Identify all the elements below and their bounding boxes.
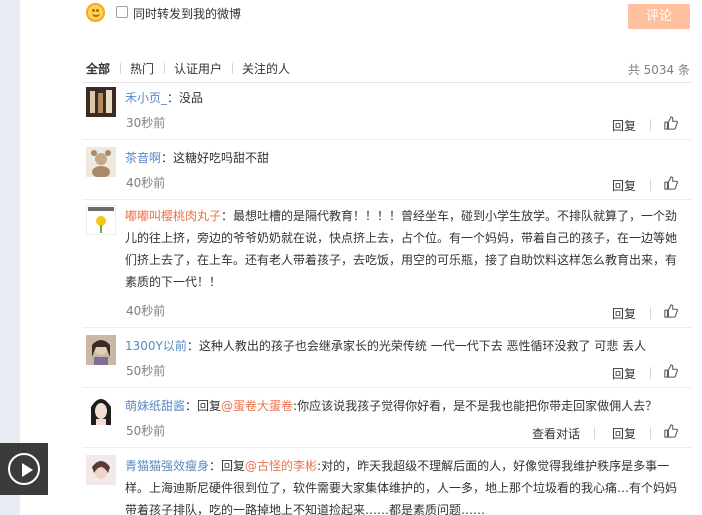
forward-label[interactable]: 同时转发到我的微博 (133, 5, 241, 22)
action-divider (650, 367, 651, 379)
comment-text: 嘟嘟叫樱桃肉丸子：最想吐槽的是隔代教育！！！！曾经坐车，碰到小学生放学。不排队就… (125, 209, 678, 289)
tab-divider (120, 63, 121, 74)
username-link[interactable]: 1300Y以前 (125, 339, 187, 353)
reply-button[interactable]: 回复 (612, 117, 636, 134)
avatar[interactable] (86, 455, 116, 485)
smile-icon[interactable] (86, 3, 105, 22)
avatar[interactable] (86, 205, 116, 235)
avatar[interactable] (86, 395, 116, 425)
reply-button[interactable]: 回复 (612, 305, 636, 322)
tabs-divider (82, 82, 692, 83)
compose-bar: 同时转发到我的微博 评论 (20, 0, 702, 34)
comment-divider (82, 199, 692, 200)
comment-item: 嘟嘟叫樱桃肉丸子：最想吐槽的是隔代教育！！！！曾经坐车，碰到小学生放学。不排队就… (82, 205, 692, 333)
avatar[interactable] (86, 335, 116, 365)
comment-divider (82, 447, 692, 448)
username-link[interactable]: 青猫猫强效瘦身 (125, 459, 209, 473)
tab-hot[interactable]: 热门 (130, 60, 154, 77)
action-divider (650, 119, 651, 131)
timestamp: 40秒前 (126, 176, 166, 190)
mention-link[interactable]: @蛋卷大蛋卷 (221, 399, 293, 413)
thumbs-up-icon[interactable] (664, 116, 678, 130)
timestamp: 50秒前 (126, 364, 166, 378)
avatar[interactable] (86, 147, 116, 177)
comment-count: 共 5034 条 (627, 63, 690, 77)
comment-divider (82, 139, 692, 140)
username-link[interactable]: 嘟嘟叫樱桃肉丸子 (125, 209, 221, 223)
comment-divider (82, 387, 692, 388)
comment-text: 萌妹纸甜酱：回复@蛋卷大蛋卷:你应该说我孩子觉得你好看，是不是我也能把你带走回家… (125, 399, 658, 413)
username-link[interactable]: 茶音啊 (125, 151, 161, 165)
reply-button[interactable]: 回复 (612, 365, 636, 382)
comment-panel: 同时转发到我的微博 评论 全部 热门 认证用户 关注的人 共 5034 条 禾小… (20, 0, 702, 515)
action-divider (650, 179, 651, 191)
thumbs-up-icon[interactable] (664, 304, 678, 318)
thumbs-up-icon[interactable] (664, 176, 678, 190)
username-link[interactable]: 禾小页_ (125, 91, 167, 105)
comment-content: 这糖好吃吗甜不甜 (173, 151, 270, 165)
reply-button[interactable]: 回复 (612, 177, 636, 194)
action-divider (650, 427, 651, 439)
comment-item: 茶音啊：这糖好吃吗甜不甜 40秒前 回复 (82, 147, 692, 207)
action-divider (650, 307, 651, 319)
view-conversation-button[interactable]: 查看对话 (532, 425, 580, 442)
tab-verified-users[interactable]: 认证用户 (174, 60, 222, 77)
comment-item: 萌妹纸甜酱：回复@蛋卷大蛋卷:你应该说我孩子觉得你好看，是不是我也能把你带走回家… (82, 395, 692, 455)
timestamp: 40秒前 (126, 304, 166, 318)
forward-checkbox[interactable] (116, 6, 128, 18)
comment-content: 没品 (179, 91, 204, 105)
thumbs-up-icon[interactable] (664, 364, 678, 378)
tab-all[interactable]: 全部 (86, 60, 110, 77)
comment-item: 1300Y以前：这种人教出的孩子也会继承家长的光荣传统 一代一代下去 恶性循环没… (82, 335, 692, 395)
comment-item: 禾小页_：没品 30秒前 回复 (82, 87, 692, 147)
play-icon[interactable] (8, 453, 40, 485)
timestamp: 30秒前 (126, 116, 166, 130)
comment-divider (82, 327, 692, 328)
comment-text: 茶音啊：这糖好吃吗甜不甜 (125, 151, 270, 165)
mention-link[interactable]: @古怪的李彬 (245, 459, 317, 473)
action-divider (594, 427, 595, 439)
avatar[interactable] (86, 87, 116, 117)
timestamp: 50秒前 (126, 424, 166, 438)
comment-text: 禾小页_：没品 (125, 91, 204, 105)
tab-divider (164, 63, 165, 74)
reply-button[interactable]: 回复 (612, 425, 636, 442)
comment-text: 1300Y以前：这种人教出的孩子也会继承家长的光荣传统 一代一代下去 恶性循环没… (125, 339, 647, 353)
username-link[interactable]: 萌妹纸甜酱 (125, 399, 185, 413)
thumbs-up-icon[interactable] (664, 424, 678, 438)
comment-button[interactable]: 评论 (628, 4, 690, 29)
comment-text: 青猫猫强效瘦身：回复@古怪的李彬:对的，昨天我超级不理解后面的人，好像觉得我维护… (125, 459, 678, 515)
video-play-button[interactable] (0, 443, 48, 495)
tab-divider (232, 63, 233, 74)
comment-content: 这种人教出的孩子也会继承家长的光荣传统 一代一代下去 恶性循环没救了 可悲 丢人 (198, 339, 647, 353)
comment-content: :你应该说我孩子觉得你好看，是不是我也能把你带走回家做佣人去？ (293, 399, 658, 413)
tab-following[interactable]: 关注的人 (242, 60, 290, 77)
comment-item: 青猫猫强效瘦身：回复@古怪的李彬:对的，昨天我超级不理解后面的人，好像觉得我维护… (82, 455, 692, 515)
